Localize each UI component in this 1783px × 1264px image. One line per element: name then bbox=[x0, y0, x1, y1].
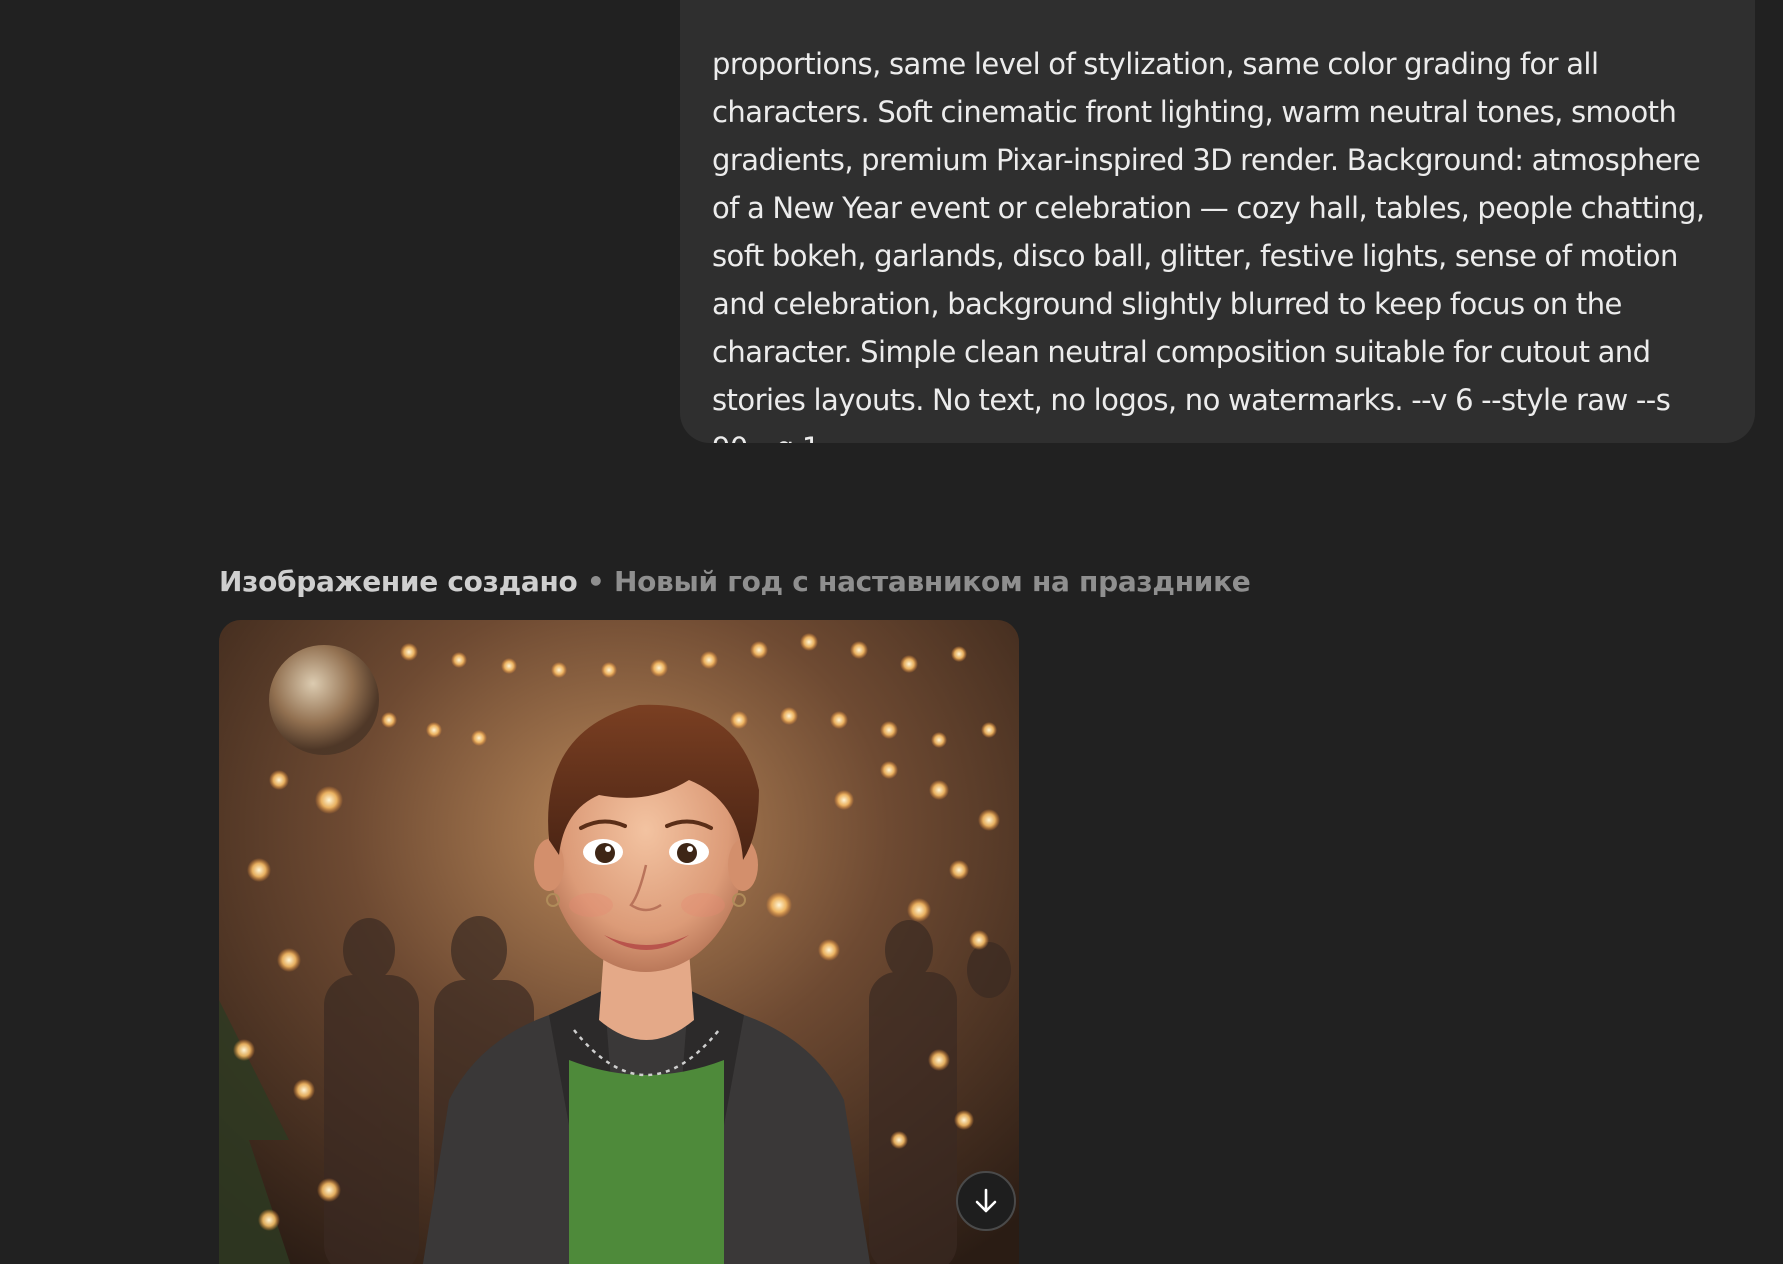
generation-status: Изображение создано bbox=[219, 565, 578, 598]
generated-image-header: Изображение создано • Новый год с настав… bbox=[219, 562, 1251, 602]
user-message-bubble: proportions, same level of stylization, … bbox=[680, 0, 1755, 443]
user-message-line: stories layouts. No text, no logos, no w… bbox=[712, 383, 1671, 417]
user-message-line: and celebration, background slightly blu… bbox=[712, 287, 1622, 321]
header-separator: • bbox=[577, 565, 614, 598]
user-message-line: proportions, same level of stylization, … bbox=[712, 47, 1599, 81]
user-message-line: soft bokeh, garlands, disco ball, glitte… bbox=[712, 239, 1678, 273]
user-message-line: of a New Year event or celebration — coz… bbox=[712, 191, 1705, 225]
user-message-text: proportions, same level of stylization, … bbox=[712, 0, 1732, 443]
generated-image-title: Новый год с наставником на празднике bbox=[613, 565, 1251, 598]
user-message-line: 90 --q 1 bbox=[712, 431, 820, 443]
generated-image[interactable] bbox=[219, 620, 1019, 1264]
festive-portrait-illustration bbox=[219, 620, 1019, 1264]
arrow-down-icon bbox=[975, 1188, 997, 1213]
download-button[interactable] bbox=[956, 1171, 1016, 1231]
user-message-line: gradients, premium Pixar-inspired 3D ren… bbox=[712, 143, 1701, 177]
chat-page: proportions, same level of stylization, … bbox=[0, 0, 1783, 1264]
user-message-line: characters. Soft cinematic front lightin… bbox=[712, 95, 1677, 129]
user-message-line: character. Simple clean neutral composit… bbox=[712, 335, 1651, 369]
